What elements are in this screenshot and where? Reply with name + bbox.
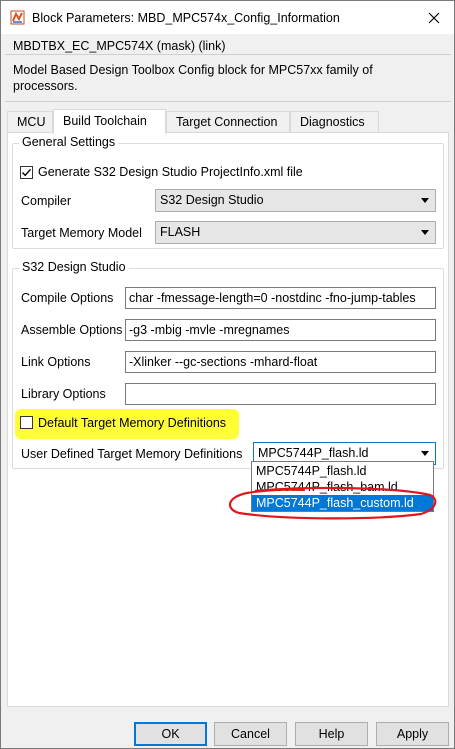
description-line: Model Based Design Toolbox Config block … — [13, 63, 373, 77]
assemble-options-field[interactable]: -g3 -mbig -mvle -mregnames — [125, 319, 436, 341]
close-icon — [428, 12, 440, 23]
s32-design-studio-label: S32 Design Studio — [19, 260, 129, 274]
tab-mcu[interactable]: MCU — [7, 111, 53, 133]
checkmark-icon — [21, 168, 32, 177]
simulink-block-icon — [10, 10, 25, 25]
dialog-footer: OK Cancel Help Apply — [1, 711, 454, 749]
compiler-label: Compiler — [21, 194, 72, 208]
tab-target-connection[interactable]: Target Connection — [166, 111, 290, 133]
s32-design-studio-group: S32 Design Studio Compile Options char -… — [12, 260, 444, 469]
window-title: Block Parameters: MBD_MPC574x_Config_Inf… — [32, 11, 340, 25]
general-settings-label: General Settings — [19, 135, 119, 149]
description-line: processors. — [13, 79, 78, 93]
dropdown-option[interactable]: MPC5744P_flash_bam.ld — [252, 479, 433, 495]
compile-options-label: Compile Options — [21, 291, 114, 305]
close-button[interactable] — [414, 1, 454, 34]
target-memory-model-value: FLASH — [160, 225, 201, 239]
user-memory-defs-label: User Defined Target Memory Definitions — [21, 447, 243, 461]
chevron-down-icon — [421, 198, 429, 203]
compile-options-field[interactable]: char -fmessage-length=0 -nostdinc -fno-j… — [125, 287, 436, 309]
link-options-label: Link Options — [21, 355, 91, 369]
help-button[interactable]: Help — [295, 722, 368, 746]
compiler-value: S32 Design Studio — [160, 193, 264, 207]
dropdown-option[interactable]: MPC5744P_flash.ld — [252, 463, 433, 479]
apply-button[interactable]: Apply — [376, 722, 449, 746]
library-options-label: Library Options — [21, 387, 106, 401]
general-settings-group: General Settings Generate S32 Design Stu… — [12, 135, 444, 249]
target-memory-model-label: Target Memory Model — [21, 226, 142, 240]
compiler-dropdown[interactable]: S32 Design Studio — [155, 189, 436, 212]
mask-type-header: MBDTBX_EC_MPC574X (mask) (link) — [13, 39, 226, 53]
library-options-field[interactable] — [125, 383, 436, 405]
build-toolchain-panel: General Settings Generate S32 Design Stu… — [7, 132, 449, 707]
block-parameters-dialog: Block Parameters: MBD_MPC574x_Config_Inf… — [0, 0, 455, 749]
tab-diagnostics[interactable]: Diagnostics — [290, 111, 379, 133]
link-options-field[interactable]: -Xlinker --gc-sections -mhard-float — [125, 351, 436, 373]
assemble-options-label: Assemble Options — [21, 323, 123, 337]
ok-button[interactable]: OK — [134, 722, 207, 746]
generate-projectinfo-checkbox[interactable] — [20, 166, 33, 179]
chevron-down-icon — [421, 451, 429, 456]
dropdown-option-selected[interactable]: MPC5744P_flash_custom.ld — [252, 495, 433, 511]
cancel-button[interactable]: Cancel — [214, 722, 287, 746]
mask-description: Model Based Design Toolbox Config block … — [5, 54, 451, 102]
user-memory-defs-value: MPC5744P_flash.ld — [258, 446, 369, 460]
default-memory-defs-label: Default Target Memory Definitions — [38, 416, 227, 430]
target-memory-model-dropdown[interactable]: FLASH — [155, 221, 436, 244]
user-memory-defs-options-list: MPC5744P_flash.ld MPC5744P_flash_bam.ld … — [251, 461, 434, 512]
tab-build-toolchain[interactable]: Build Toolchain — [53, 109, 166, 134]
title-bar[interactable]: Block Parameters: MBD_MPC574x_Config_Inf… — [1, 1, 454, 34]
chevron-down-icon — [421, 230, 429, 235]
default-memory-defs-checkbox[interactable] — [20, 416, 33, 429]
generate-projectinfo-label: Generate S32 Design Studio ProjectInfo.x… — [38, 165, 303, 179]
